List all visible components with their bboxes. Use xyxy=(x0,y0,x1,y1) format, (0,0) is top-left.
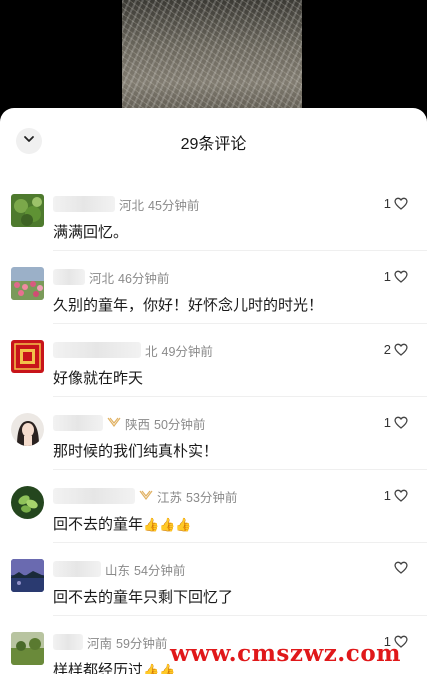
flowers-avatar[interactable] xyxy=(11,267,44,300)
sheet-header: 29条评论 xyxy=(0,108,427,174)
comment-meta: 北 49分钟前 xyxy=(53,342,213,359)
comment-meta: 山东 54分钟前 xyxy=(53,561,186,578)
comment-meta: 河北 46分钟前 xyxy=(53,269,170,286)
girl-avatar[interactable] xyxy=(11,413,44,446)
video-frame[interactable] xyxy=(122,0,302,118)
like-count: 1 xyxy=(383,196,391,211)
username-blurred[interactable] xyxy=(53,561,101,577)
watermark: www.cmszwz.com xyxy=(170,640,401,667)
username-blurred[interactable] xyxy=(53,196,115,212)
red-seal-avatar[interactable] xyxy=(11,340,44,373)
comment-text: 那时候的我们纯真朴实！ xyxy=(53,443,219,460)
leaf-avatar[interactable] xyxy=(11,486,44,519)
comment-time: 53分钟前 xyxy=(186,490,238,505)
comment-region: 河南 xyxy=(87,636,113,651)
heart-icon xyxy=(394,561,408,574)
comment-item[interactable]: 河北 46分钟前 久别的童年，你好！好怀念儿时的时光！ 1 xyxy=(0,251,427,324)
heart-icon xyxy=(394,270,408,283)
sheet-title: 29条评论 xyxy=(180,136,247,153)
comment-text: 满满回忆。 xyxy=(53,224,129,241)
like-count: 1 xyxy=(383,269,391,284)
thumbs-up-emoji: 👍👍👍 xyxy=(143,517,192,532)
comment-text: 回不去的童年👍👍👍 xyxy=(53,516,192,533)
comment-text: 回不去的童年只剩下回忆了 xyxy=(53,589,234,606)
comment-text: 样样都经历过👍👍 xyxy=(53,659,175,674)
username-blurred[interactable] xyxy=(53,634,83,650)
comment-time: 49分钟前 xyxy=(161,344,213,359)
comment-time: 46分钟前 xyxy=(118,271,170,286)
comment-text: 好像就在昨天 xyxy=(53,370,144,387)
plant-avatar[interactable] xyxy=(11,194,44,227)
comment-meta: 陕西 50分钟前 xyxy=(53,415,206,432)
like-button[interactable]: 1 xyxy=(384,269,408,284)
comment-time: 59分钟前 xyxy=(116,636,168,651)
like-count: 1 xyxy=(383,488,391,503)
comment-item[interactable]: 江苏 53分钟前 回不去的童年👍👍👍 1 xyxy=(0,470,427,543)
comment-region: 江苏 xyxy=(157,490,183,505)
comment-item[interactable]: 北 49分钟前 好像就在昨天 2 xyxy=(0,324,427,397)
like-button[interactable]: 1 xyxy=(384,196,408,211)
like-button[interactable]: 1 xyxy=(384,488,408,503)
heart-icon xyxy=(394,343,408,356)
heart-icon xyxy=(394,416,408,429)
comment-time: 50分钟前 xyxy=(154,417,206,432)
comment-region: 河北 xyxy=(89,271,115,286)
like-button[interactable] xyxy=(391,561,408,574)
comment-item[interactable]: 陕西 50分钟前 那时候的我们纯真朴实！ 1 xyxy=(0,397,427,470)
field-avatar[interactable] xyxy=(11,632,44,665)
lake-avatar[interactable] xyxy=(11,559,44,592)
username-blurred[interactable] xyxy=(53,269,85,285)
comment-region: 河北 xyxy=(119,198,145,213)
comment-meta: 江苏 53分钟前 xyxy=(53,488,238,505)
comment-sheet: 29条评论 河北 45分钟前 满满回忆。 1 河北 46分钟前 久别的童年，你好… xyxy=(0,108,427,674)
comment-region: 北 xyxy=(145,344,158,359)
comment-meta: 河北 45分钟前 xyxy=(53,196,200,213)
comment-item[interactable]: 山东 54分钟前 回不去的童年只剩下回忆了 xyxy=(0,543,427,616)
like-button[interactable]: 2 xyxy=(384,342,408,357)
username-blurred[interactable] xyxy=(53,415,103,431)
comment-text: 久别的童年，你好！好怀念儿时的时光！ xyxy=(53,297,324,314)
comment-region: 陕西 xyxy=(125,417,151,432)
comment-region: 山东 xyxy=(105,563,131,578)
comment-meta: 河南 59分钟前 xyxy=(53,634,168,651)
comment-item[interactable]: 河北 45分钟前 满满回忆。 1 xyxy=(0,178,427,251)
like-count: 2 xyxy=(383,342,391,357)
like-button[interactable]: 1 xyxy=(384,415,408,430)
heart-icon xyxy=(394,489,408,502)
comment-time: 54分钟前 xyxy=(134,563,186,578)
username-blurred[interactable] xyxy=(53,342,141,358)
badge-icon xyxy=(107,417,121,429)
badge-icon xyxy=(139,490,153,502)
comment-time: 45分钟前 xyxy=(148,198,200,213)
username-blurred[interactable] xyxy=(53,488,135,504)
heart-icon xyxy=(394,197,408,210)
like-count: 1 xyxy=(383,415,391,430)
